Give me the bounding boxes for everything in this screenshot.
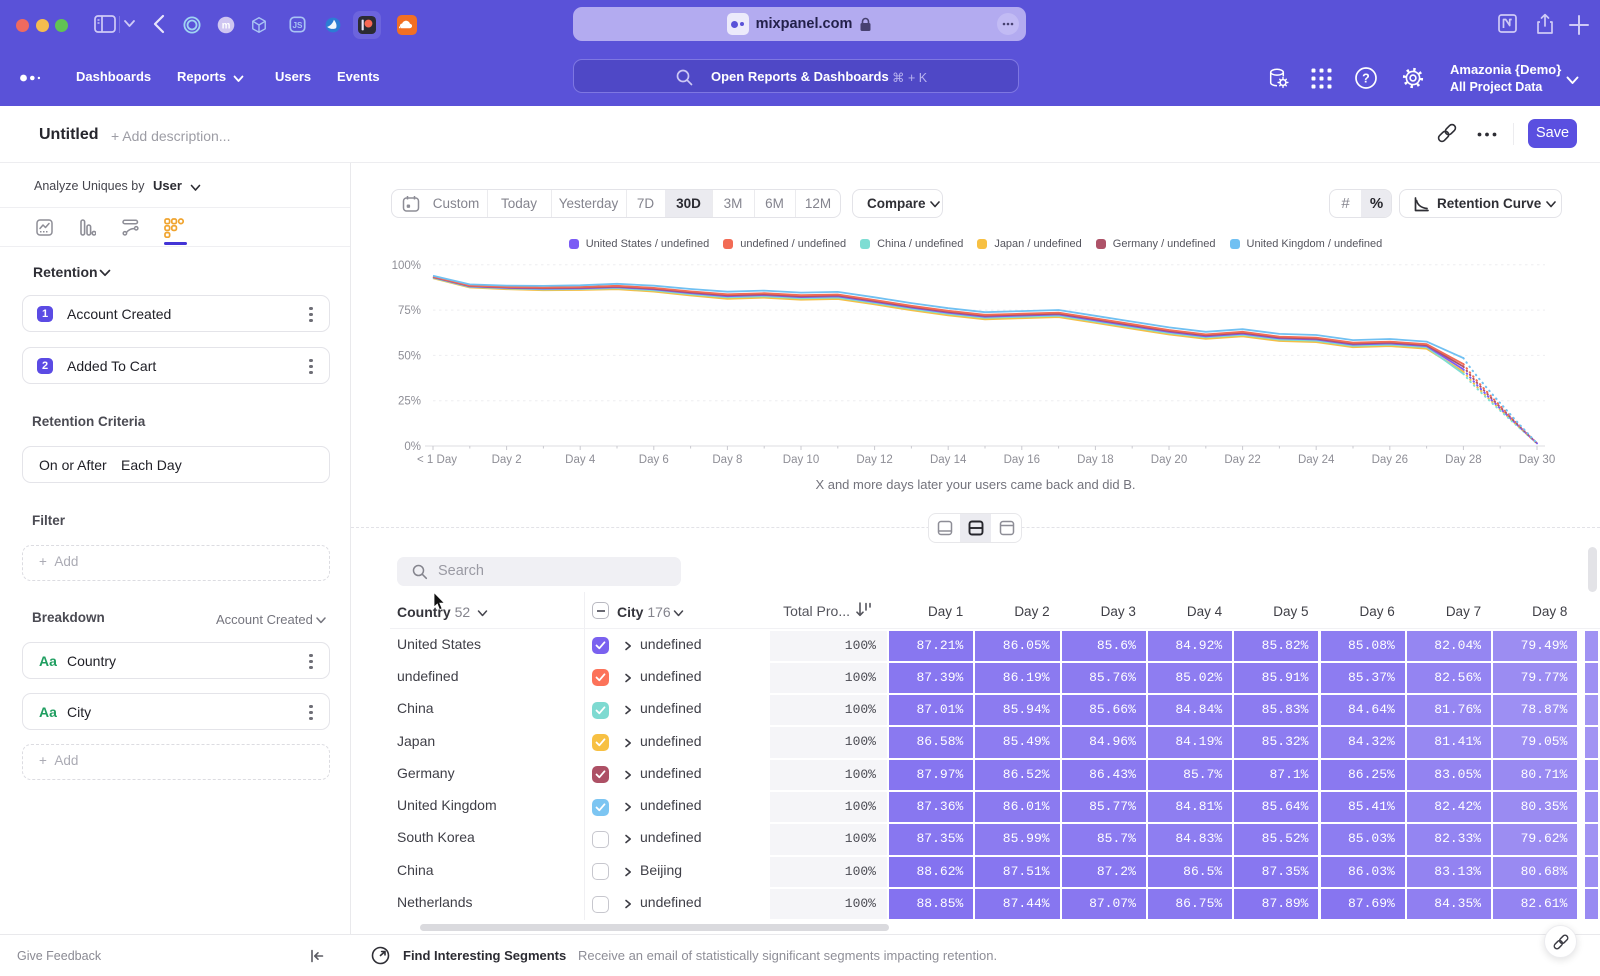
svg-text:100%: 100% xyxy=(392,260,421,272)
svg-text:0%: 0% xyxy=(404,441,421,453)
svg-text:Day 24: Day 24 xyxy=(1298,454,1335,466)
svg-text:Day 4: Day 4 xyxy=(565,454,596,466)
svg-text:Day 6: Day 6 xyxy=(639,454,669,466)
svg-text:Day 30: Day 30 xyxy=(1519,454,1555,466)
svg-text:Day 22: Day 22 xyxy=(1224,454,1260,466)
svg-text:JS: JS xyxy=(293,21,304,30)
svg-text:75%: 75% xyxy=(398,305,421,317)
svg-text:25%: 25% xyxy=(398,396,421,408)
svg-text:Day 12: Day 12 xyxy=(856,454,892,466)
svg-text:Day 20: Day 20 xyxy=(1151,454,1187,466)
svg-text:m: m xyxy=(222,20,231,31)
svg-text:Day 8: Day 8 xyxy=(712,454,742,466)
svg-text:Day 26: Day 26 xyxy=(1372,454,1408,466)
svg-text:50%: 50% xyxy=(398,350,421,362)
svg-text:?: ? xyxy=(1362,72,1370,86)
svg-text:Day 14: Day 14 xyxy=(930,454,967,466)
svg-text:< 1 Day: < 1 Day xyxy=(417,454,457,466)
svg-text:Day 18: Day 18 xyxy=(1077,454,1113,466)
svg-text:Day 10: Day 10 xyxy=(783,454,819,466)
svg-text:Day 28: Day 28 xyxy=(1445,454,1481,466)
svg-text:Day 2: Day 2 xyxy=(492,454,522,466)
svg-text:Day 16: Day 16 xyxy=(1004,454,1040,466)
